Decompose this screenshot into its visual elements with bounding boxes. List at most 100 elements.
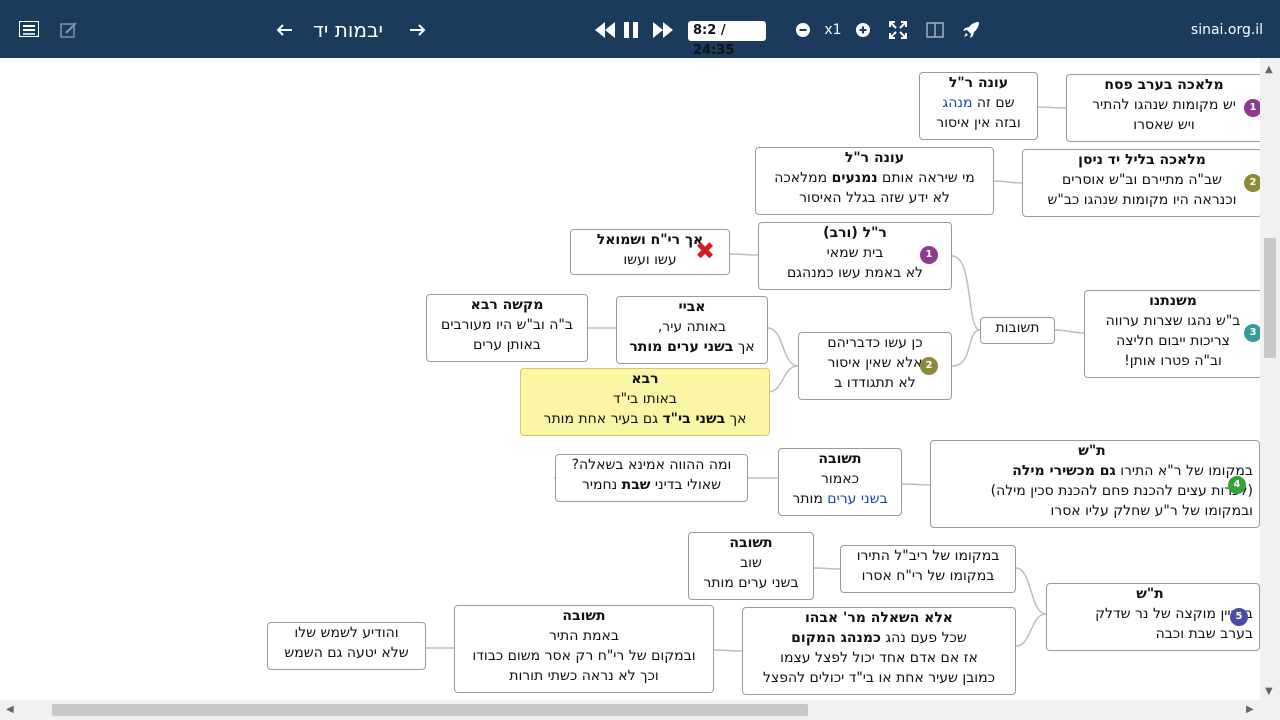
node-teshuva-3[interactable]: תשובה באמת התיר ובמקום של רי"ח רק אסר מש… — [454, 605, 714, 693]
node-title: תשובה — [562, 608, 606, 624]
node-rival-rich[interactable]: במקומו של ריב"ל התירו במקומו של רי"ח אסר… — [840, 545, 1016, 593]
node-teshuvot[interactable]: תשובות — [980, 317, 1055, 344]
node-line: אך בשני ערים מותר — [629, 339, 755, 355]
node-melacha-erev-pesach[interactable]: מלאכה בערב פסח יש מקומות שנהגו להתיר ויש… — [1066, 74, 1260, 142]
node-line: (לכרות עצים להכנת פחם להכנת סכין מילה) — [990, 483, 1253, 499]
node-line: שכל פעם נהג כמנהג המקום — [791, 630, 967, 646]
node-title: תשובה — [729, 535, 773, 551]
split-view-icon[interactable] — [925, 20, 945, 40]
node-ona-1[interactable]: עונה ר"ל שם זה מנהג ובזה אין איסור — [919, 72, 1038, 140]
node-line: וכנראה היו מקומות שנהגו כב"ש — [1047, 192, 1237, 208]
node-line: באותו בי"ד — [612, 391, 678, 407]
pause-icon[interactable] — [622, 20, 640, 40]
node-line: שלא יטעה גם השמש — [284, 645, 409, 661]
node-line: במקומו של רי"ח אסרו — [861, 568, 995, 584]
node-line: ובמקומו של ר"ע שחלק עליו אסרו — [1050, 503, 1253, 519]
node-line: לא באמת עשו כמנהגם — [786, 265, 924, 281]
horizontal-scrollbar[interactable]: ◀ ▶ — [0, 700, 1260, 720]
scroll-right-icon[interactable]: ▶ — [1246, 704, 1254, 715]
node-line: אז אם אדם אחד יכול לפצל עצמו — [780, 650, 978, 666]
node-ts-milah[interactable]: ת"ש במקומו של ר"א התירו גם מכשירי מילה (… — [930, 440, 1260, 528]
node-teshuva-2[interactable]: תשובה שוב בשני ערים מותר — [688, 532, 814, 600]
node-ela-hashaala[interactable]: אלא השאלה מר' אבהו שכל פעם נהג כמנהג המק… — [742, 607, 1016, 695]
page-title: יבמות יד — [313, 18, 383, 42]
horizontal-scroll-thumb[interactable] — [52, 704, 808, 716]
node-title: עונה ר"ל — [844, 150, 905, 166]
vertical-scroll-thumb[interactable] — [1264, 238, 1276, 358]
node-line: כמובן שעיר אחת או בי"ד יכולים להפצל — [762, 670, 996, 686]
node-title: עונה ר"ל — [948, 75, 1009, 91]
node-line: שאולי בדיני שבת נחמיר — [581, 477, 722, 493]
node-title: רבא — [631, 371, 659, 387]
number-badge-icon: 2 — [920, 357, 938, 375]
node-line: לא תתגודדו ב — [834, 375, 916, 391]
node-line: במקומו של ר"א התירו גם מכשירי מילה — [1012, 463, 1253, 479]
node-ts-mukzeh[interactable]: ת"ש בעניין מוקצה של נר שדלק בערב שבת וכב… — [1046, 583, 1260, 651]
node-line: וכך לא נראה כשתי תורות — [509, 668, 659, 684]
top-toolbar: יבמות יד 8:2 / 24:35 x1 sinai.org.il — [0, 0, 1280, 58]
fast-forward-icon[interactable] — [652, 20, 674, 40]
node-line: לא ידע שזה בגלל האיסור — [799, 190, 950, 206]
minus-icon[interactable] — [795, 22, 811, 38]
node-title: ר"ל (ורב) — [823, 225, 887, 241]
rocket-icon[interactable] — [960, 20, 982, 40]
node-line: מי שיראה אותם נמנעים ממלאכה — [774, 170, 975, 186]
site-domain[interactable]: sinai.org.il — [1188, 19, 1266, 41]
node-hodia-shamash[interactable]: והודיע לשמש שלו שלא יטעה גם השמש — [267, 622, 426, 670]
node-line: כן עשו כדבריהם — [827, 335, 923, 351]
number-badge-icon: 2 — [1244, 174, 1260, 192]
scroll-left-icon[interactable]: ◀ — [6, 704, 14, 715]
node-mishnatenu[interactable]: משנתנו ב"ש נהגו שצרות ערווה צריכות ייבום… — [1084, 290, 1260, 378]
arrow-left-icon[interactable] — [274, 20, 294, 40]
node-ona-2[interactable]: עונה ר"ל מי שיראה אותם נמנעים ממלאכה לא … — [755, 147, 994, 215]
speed-label[interactable]: x1 — [822, 20, 844, 40]
number-badge-icon: 4 — [1228, 476, 1246, 494]
node-teshuva-1[interactable]: תשובה כאמור בשני ערים מותר — [778, 448, 902, 516]
list-icon[interactable] — [18, 20, 40, 38]
arrow-right-icon[interactable] — [408, 20, 428, 40]
node-melacha-leil-yad-nisan[interactable]: מלאכה בליל יד ניסן שב"ה מתיירם וב"ש אוסר… — [1022, 149, 1260, 217]
scroll-down-icon[interactable]: ▼ — [1265, 686, 1273, 697]
node-title: תשובה — [818, 451, 862, 467]
node-title: אלא השאלה מר' אבהו — [805, 610, 953, 626]
node-line: ומה ההווה אמינא בשאלה? — [571, 457, 732, 473]
node-title: מלאכה בליל יד ניסן — [1078, 152, 1206, 168]
node-makshe-rava[interactable]: מקשה רבא ב"ה וב"ש היו מעורבים באותן ערים — [426, 294, 588, 362]
node-line: ב"ש נהגו שצרות ערווה — [1105, 313, 1241, 329]
node-line: ב"ה וב"ש היו מעורבים — [441, 317, 573, 333]
node-title: מלאכה בערב פסח — [1104, 77, 1224, 93]
node-title: אביי — [678, 299, 706, 315]
number-badge-icon: 5 — [1230, 608, 1248, 626]
number-badge-icon: 3 — [1244, 324, 1260, 342]
node-ma-hahava[interactable]: ומה ההווה אמינא בשאלה? שאולי בדיני שבת נ… — [555, 454, 748, 502]
mind-map-canvas[interactable]: עונה ר"ל שם זה מנהג ובזה אין איסור מלאכה… — [6, 58, 1260, 700]
node-line: ויש שאסרו — [1133, 117, 1195, 133]
number-badge-icon: 1 — [920, 246, 938, 264]
node-line: באמת התיר — [549, 628, 619, 644]
rewind-icon[interactable] — [594, 20, 616, 40]
node-abaye[interactable]: אביי באותה עיר, אך בשני ערים מותר — [616, 296, 768, 364]
scroll-up-icon[interactable]: ▲ — [1265, 64, 1273, 75]
node-line: באותן ערים — [473, 337, 541, 353]
node-title: משנתנו — [1149, 293, 1197, 309]
node-rava-highlighted[interactable]: רבא באותו בי"ד אך בשני בי"ד גם בעיר אחת … — [520, 368, 770, 436]
node-title: ת"ש — [1136, 586, 1164, 602]
node-line: יש מקומות שנהגו להתיר — [1092, 97, 1236, 113]
node-line: בשני ערים מותר — [703, 575, 799, 591]
node-line: שם זה מנהג — [942, 95, 1015, 111]
node-title: ת"ש — [1078, 443, 1106, 459]
node-label: תשובות — [995, 320, 1040, 336]
node-line: והודיע לשמש שלו — [294, 625, 399, 641]
node-line: וב"ה פטרו אותן! — [1124, 353, 1222, 369]
edit-icon[interactable] — [58, 19, 80, 41]
vertical-scrollbar[interactable]: ▲ ▼ — [1260, 58, 1280, 720]
node-line: שוב — [740, 555, 762, 571]
number-badge-icon: 1 — [1244, 99, 1260, 117]
plus-icon[interactable] — [855, 22, 871, 38]
node-line: בעניין מוקצה של נר שדלק — [1095, 606, 1253, 622]
node-line: כאמור — [821, 471, 859, 487]
node-line: במקומו של ריב"ל התירו — [856, 548, 1000, 564]
node-line: בערב שבת וכבה — [1155, 626, 1253, 642]
fullscreen-icon[interactable] — [888, 20, 908, 40]
node-line: ובמקום של רי"ח רק אסר משום כבודו — [472, 648, 696, 664]
